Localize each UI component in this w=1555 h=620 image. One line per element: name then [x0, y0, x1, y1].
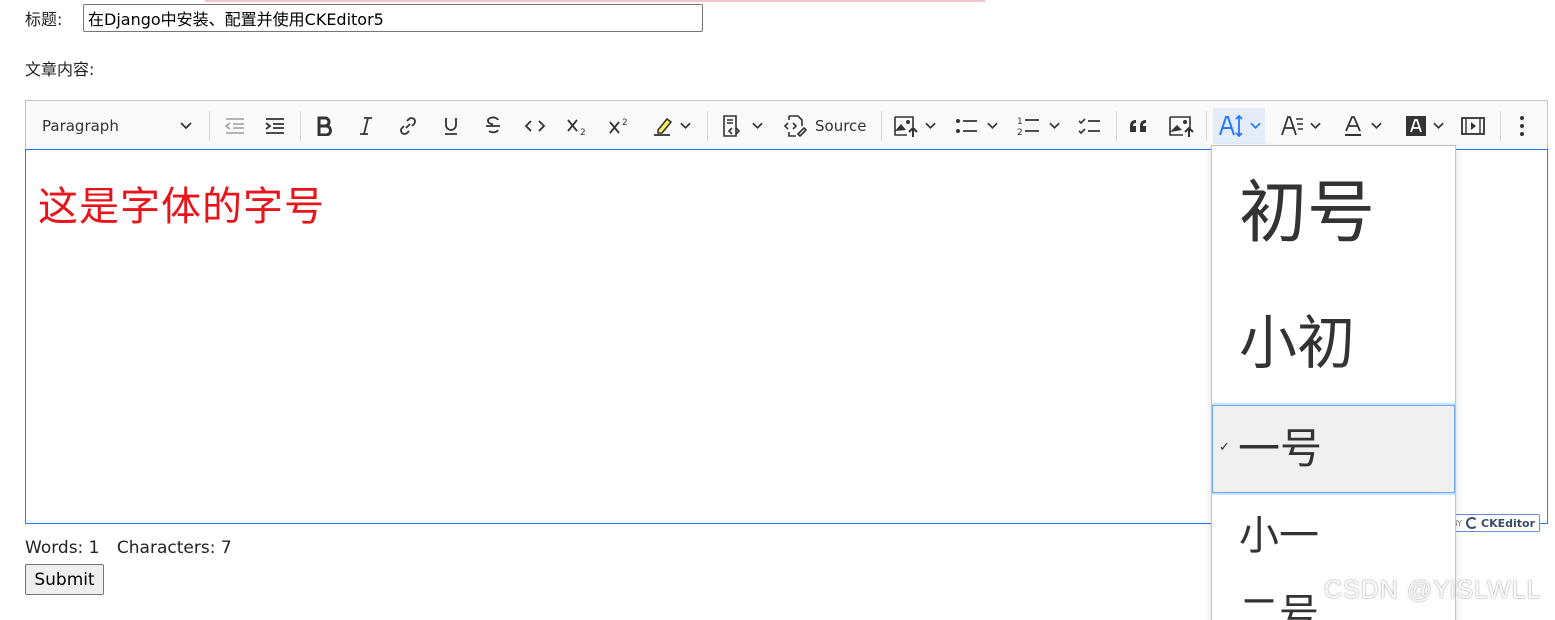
word-count: Words: 1 Characters: 7 [25, 538, 244, 558]
underline-icon [445, 118, 457, 135]
chevron-down-icon [1048, 122, 1060, 130]
font-size-option-label: 小一 [1239, 513, 1319, 559]
font-size-option[interactable]: 小初 [1212, 278, 1455, 404]
bold-icon [317, 116, 332, 136]
outdent-icon [224, 118, 244, 134]
word-count-characters: Characters: 7 [116, 538, 232, 558]
page: 标题: 文章内容: Paragraph [0, 0, 1555, 620]
font-size-option[interactable]: 小一 [1212, 496, 1455, 578]
blockquote-button[interactable] [1123, 101, 1155, 151]
title-label: 标题: [25, 10, 63, 29]
toolbar-separator [707, 111, 708, 141]
chevron-down-icon [679, 122, 691, 130]
bold-button[interactable] [308, 101, 340, 151]
font-size-option[interactable]: 初号 [1212, 146, 1455, 278]
code-icon [524, 120, 546, 132]
heading-dropdown[interactable]: Paragraph [36, 101, 196, 151]
check-icon: ✓ [1219, 440, 1230, 455]
code-block-icon [722, 115, 740, 137]
toolbar-separator [1206, 111, 1207, 141]
strikethrough-icon [486, 116, 500, 134]
font-background-icon [1405, 116, 1426, 136]
more-items-button[interactable] [1508, 101, 1536, 151]
numbered-list-dropdown[interactable]: 12 [1011, 101, 1065, 151]
svg-text:2: 2 [580, 128, 586, 136]
editor-content-text: 这是字体的字号 [38, 184, 325, 230]
title-input[interactable] [83, 4, 703, 32]
subscript-button[interactable]: 2 [561, 101, 595, 151]
font-background-dropdown[interactable] [1397, 101, 1451, 151]
svg-text:2: 2 [1017, 128, 1023, 137]
toolbar-separator [881, 111, 882, 141]
chevron-down-icon [1309, 122, 1321, 130]
link-icon [400, 117, 416, 135]
font-size-option-label: 初号 [1239, 174, 1376, 253]
more-icon [1520, 116, 1524, 136]
font-size-icon [1218, 115, 1243, 137]
link-button[interactable] [392, 101, 424, 151]
image-icon [1169, 116, 1194, 137]
subscript-icon: 2 [567, 119, 586, 136]
watermark-text: CSDN @YiSLWLL [1324, 576, 1542, 604]
ckeditor-logo-icon [1466, 517, 1478, 529]
source-label: Source [815, 117, 867, 135]
heading-value: Paragraph [42, 117, 119, 135]
bulleted-list-dropdown[interactable] [949, 101, 1003, 151]
font-size-dropdown[interactable] [1213, 101, 1265, 151]
chevron-down-icon [1249, 122, 1261, 130]
font-size-dropdown-panel: 初号 小初 ✓ 一号 小一 二号 [1211, 145, 1456, 620]
toolbar-separator [300, 111, 301, 141]
chevron-down-icon [1370, 122, 1382, 130]
svg-text:2: 2 [622, 118, 628, 128]
font-family-icon [1280, 116, 1303, 136]
blockquote-icon [1130, 120, 1146, 132]
toolbar-separator [209, 111, 210, 141]
todo-list-button[interactable] [1073, 101, 1107, 151]
chevron-down-icon [986, 122, 998, 130]
image-button[interactable] [1164, 101, 1198, 151]
insert-image-dropdown[interactable] [887, 101, 941, 151]
font-color-icon [1344, 116, 1361, 136]
editor-toolbar: Paragraph 2 2 Source 1 2 [25, 100, 1548, 150]
font-size-option-selected[interactable]: ✓ 一号 [1212, 405, 1455, 493]
font-size-option-label: 小初 [1239, 309, 1356, 377]
svg-text:1: 1 [1017, 117, 1023, 127]
media-embed-icon [1461, 117, 1485, 135]
media-embed-button[interactable] [1456, 101, 1490, 151]
source-icon [783, 115, 807, 138]
font-size-option-label: 一号 [1238, 424, 1323, 473]
chevron-down-icon [924, 122, 936, 130]
superscript-icon: 2 [609, 118, 628, 134]
chevron-down-icon [1432, 122, 1444, 130]
font-color-dropdown[interactable] [1335, 101, 1389, 151]
source-button[interactable]: Source [783, 101, 873, 151]
numbered-list-icon: 12 [1017, 117, 1039, 137]
italic-icon [360, 117, 372, 135]
superscript-button[interactable]: 2 [603, 101, 637, 151]
indent-icon [265, 118, 284, 134]
title-row: 标题: [25, 2, 703, 34]
code-block-dropdown[interactable] [715, 101, 767, 151]
bulleted-list-icon [955, 119, 977, 133]
todo-list-icon [1078, 118, 1100, 135]
toolbar-separator [1500, 111, 1501, 141]
code-button[interactable] [519, 101, 551, 151]
word-count-words: Words: 1 [25, 538, 100, 558]
powered-by-brand: CKEditor [1481, 516, 1535, 530]
indent-button[interactable] [259, 101, 291, 151]
font-size-option-label: 二号 [1239, 591, 1319, 620]
chevron-down-icon [751, 122, 763, 130]
toolbar-separator [1116, 111, 1117, 141]
submit-button[interactable]: Submit [25, 564, 104, 595]
content-label: 文章内容: [25, 60, 95, 79]
insert-image-icon [893, 116, 918, 137]
italic-button[interactable] [350, 101, 382, 151]
highlight-icon [653, 117, 672, 136]
underline-button[interactable] [435, 101, 467, 151]
strikethrough-button[interactable] [477, 101, 509, 151]
chevron-down-icon [180, 122, 192, 130]
outdent-button[interactable] [219, 101, 251, 151]
font-family-dropdown[interactable] [1273, 101, 1327, 151]
highlight-dropdown[interactable] [646, 101, 696, 151]
